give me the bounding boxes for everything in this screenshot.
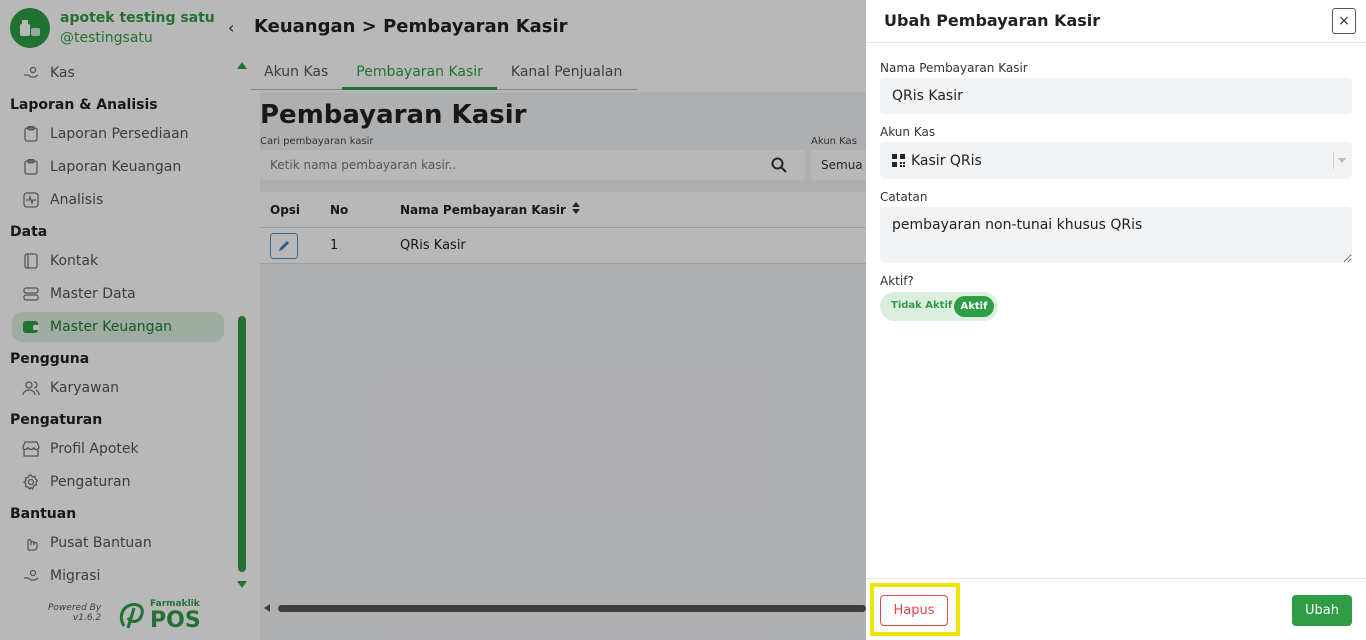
qr-code-icon [892, 154, 905, 167]
delete-button[interactable]: Hapus [880, 595, 948, 626]
akun-kas-select[interactable]: Kasir QRis [880, 142, 1352, 179]
drawer-footer: Hapus Ubah [866, 578, 1366, 640]
note-label: Catatan [880, 190, 928, 204]
name-label: Nama Pembayaran Kasir [880, 61, 1028, 75]
edit-payment-drawer: Ubah Pembayaran Kasir × Nama Pembayaran … [866, 0, 1366, 640]
note-textarea[interactable]: pembayaran non-tunai khusus QRis [880, 207, 1352, 263]
submit-button[interactable]: Ubah [1292, 595, 1352, 626]
drawer-header: Ubah Pembayaran Kasir × [866, 0, 1366, 43]
drawer-title: Ubah Pembayaran Kasir [884, 11, 1101, 30]
close-icon: × [1338, 13, 1350, 29]
toggle-on-label: Aktif [954, 296, 994, 317]
select-divider [1333, 152, 1334, 169]
active-toggle[interactable]: Tidak Aktif Aktif [880, 292, 998, 321]
modal-backdrop[interactable] [0, 0, 866, 640]
akun-kas-value: Kasir QRis [911, 152, 982, 169]
toggle-off-label: Tidak Aktif [891, 300, 953, 311]
payment-name-input[interactable]: QRis Kasir [880, 78, 1352, 114]
active-label: Aktif? [880, 274, 914, 288]
close-button[interactable]: × [1332, 8, 1356, 34]
akun-label: Akun Kas [880, 125, 936, 139]
chevron-down-icon[interactable] [1338, 158, 1346, 163]
